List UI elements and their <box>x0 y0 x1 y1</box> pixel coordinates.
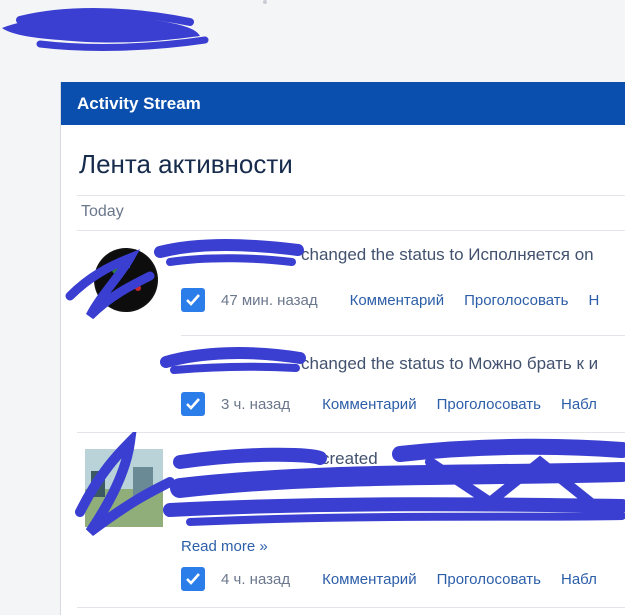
divider <box>77 432 625 433</box>
decorative-dot <box>263 0 267 4</box>
watch-link[interactable]: Набл <box>561 571 597 588</box>
vote-link[interactable]: Проголосовать <box>464 292 568 309</box>
activity-meta: 47 мин. назад Комментарий Проголосовать … <box>181 288 619 312</box>
divider <box>77 195 625 196</box>
checkbox-checked-icon[interactable] <box>181 567 205 591</box>
timestamp: 4 ч. назад <box>221 570 291 588</box>
vote-link[interactable]: Проголосовать <box>437 571 541 588</box>
checkbox-checked-icon[interactable] <box>181 288 205 312</box>
comment-link[interactable]: Комментарий <box>322 396 416 413</box>
divider <box>77 230 625 231</box>
activity-meta: 3 ч. назад Комментарий Проголосовать Наб… <box>181 392 617 416</box>
watch-link[interactable]: Н <box>588 292 599 309</box>
issue-thumbnail[interactable] <box>85 449 163 527</box>
checkbox-checked-icon[interactable] <box>181 392 205 416</box>
avatar[interactable] <box>94 248 158 312</box>
redaction-scribble <box>2 8 209 51</box>
activity-text: created <box>321 449 378 468</box>
activity-text: changed the status to Исполняется on <box>301 245 594 264</box>
day-label: Today <box>81 203 124 220</box>
activity-stream-gadget: Activity Stream Лента активности Today c… <box>60 82 625 615</box>
read-more-link[interactable]: Read more » <box>181 538 268 555</box>
divider <box>77 607 625 608</box>
activity-text: changed the status to Можно брать к и <box>301 354 599 373</box>
comment-link[interactable]: Комментарий <box>322 571 416 588</box>
timestamp: 3 ч. назад <box>221 395 291 413</box>
gadget-title: Activity Stream <box>77 94 201 113</box>
watch-link[interactable]: Набл <box>561 396 597 413</box>
vote-link[interactable]: Проголосовать <box>437 396 541 413</box>
comment-link[interactable]: Комментарий <box>350 292 444 309</box>
divider <box>181 335 625 336</box>
timestamp: 47 мин. назад <box>221 291 318 309</box>
gadget-header: Activity Stream <box>61 82 625 125</box>
activity-meta: 4 ч. назад Комментарий Проголосовать Наб… <box>181 567 617 591</box>
